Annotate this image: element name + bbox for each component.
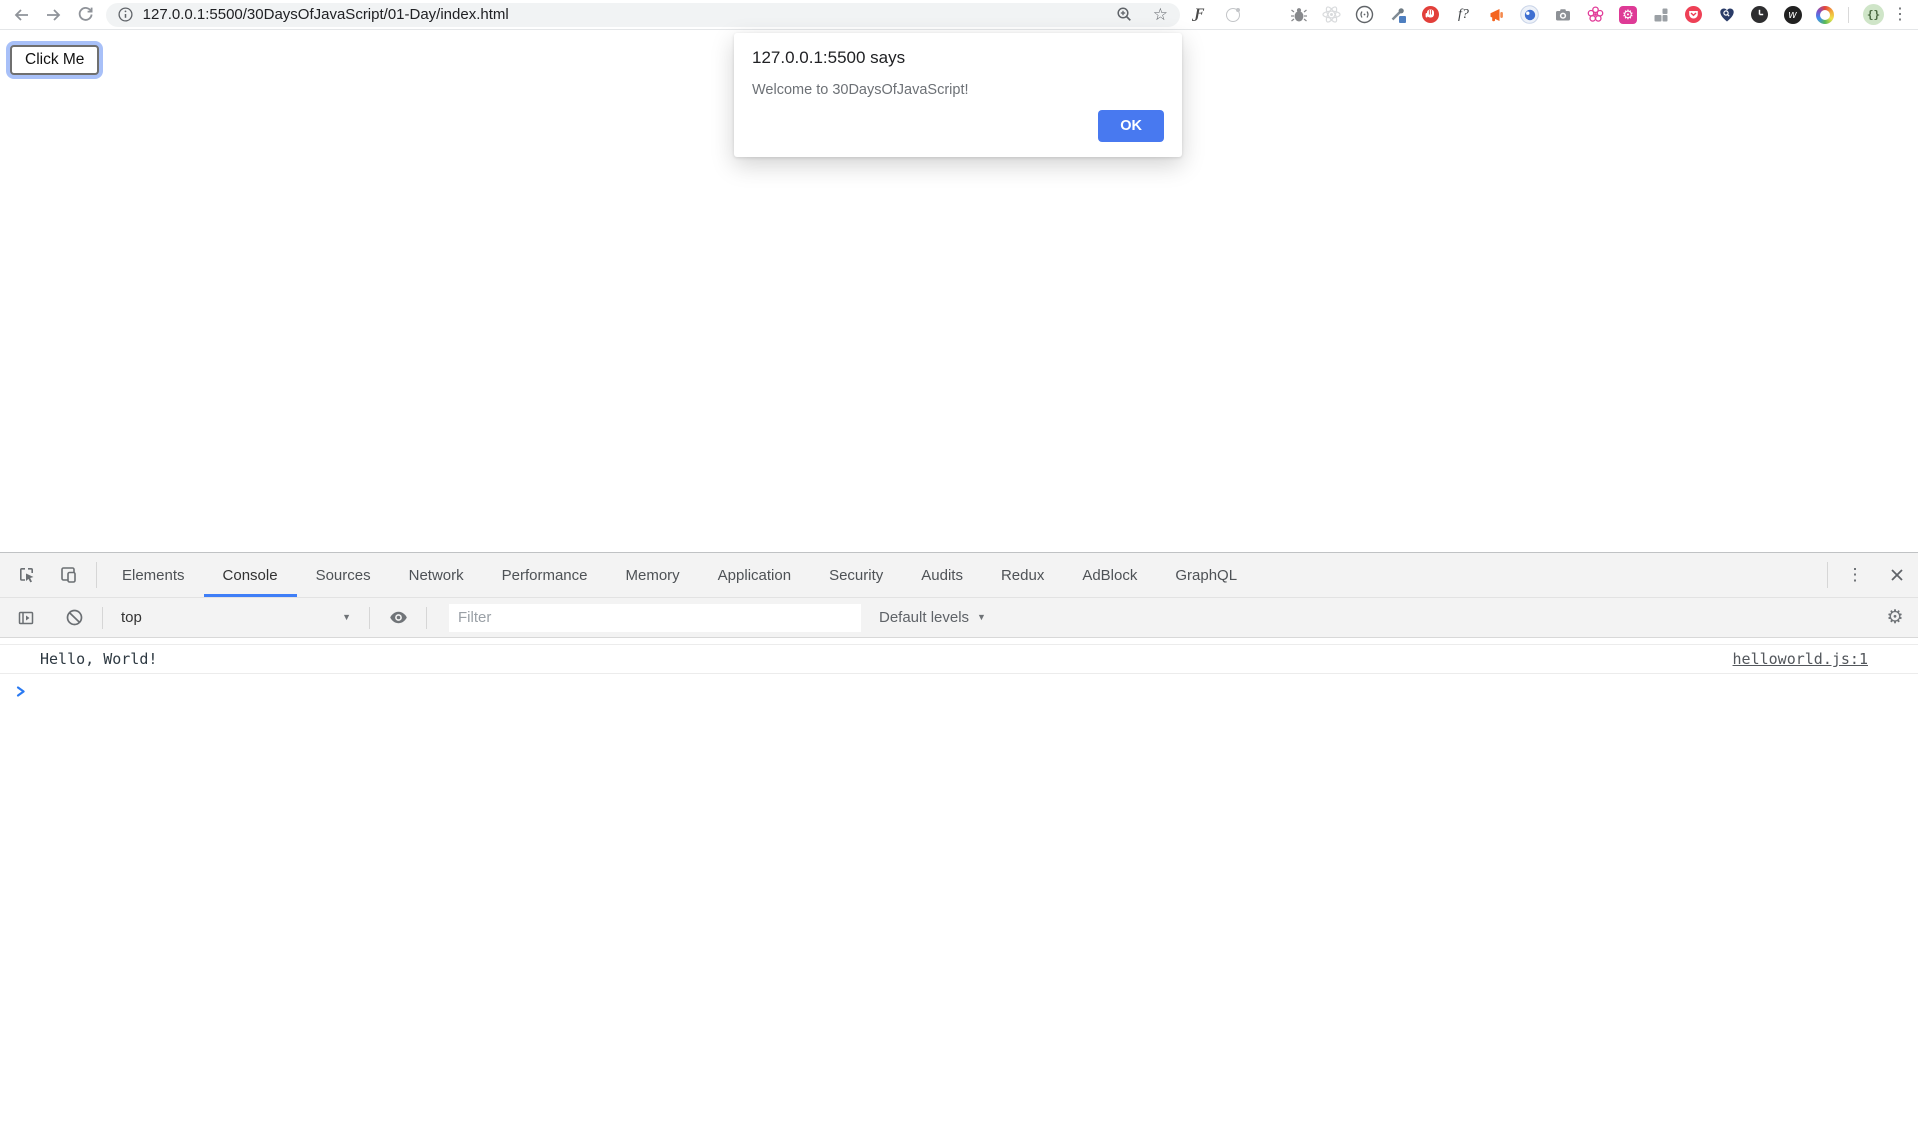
tab-redux[interactable]: Redux bbox=[982, 553, 1063, 597]
levels-dropdown-arrow-icon: ▼ bbox=[977, 613, 986, 622]
log-levels-value: Default levels bbox=[879, 609, 969, 626]
side-panels-extension-icon[interactable] bbox=[1256, 8, 1275, 21]
click-me-button[interactable]: Click Me bbox=[10, 45, 99, 75]
address-bar[interactable]: 127.0.0.1:5500/30DaysOfJavaScript/01-Day… bbox=[106, 3, 1180, 27]
json-formatter-extension-icon[interactable]: {} bbox=[1863, 4, 1884, 25]
fonts-ninja-extension-icon[interactable]: Ƒ bbox=[1190, 5, 1209, 24]
pink-gear-extension-icon[interactable]: ⚙ bbox=[1619, 6, 1637, 24]
back-icon bbox=[13, 7, 30, 23]
context-selector-value: top bbox=[121, 609, 142, 626]
console-sidebar-toggle-button[interactable] bbox=[6, 598, 46, 638]
browser-menu-kebab-icon[interactable]: ⋮ bbox=[1890, 7, 1910, 23]
forward-button[interactable] bbox=[38, 1, 70, 29]
url-text: 127.0.0.1:5500/30DaysOfJavaScript/01-Day… bbox=[143, 6, 509, 23]
adblock-stop-hand-extension-icon[interactable] bbox=[1421, 5, 1440, 24]
live-expression-button[interactable] bbox=[378, 598, 418, 638]
device-toolbar-button[interactable] bbox=[48, 553, 90, 597]
orbit-extension-icon[interactable] bbox=[1223, 5, 1242, 24]
console-prompt-chevron-icon bbox=[15, 685, 27, 698]
extensions-divider bbox=[1848, 7, 1849, 23]
alert-ok-button[interactable]: OK bbox=[1098, 110, 1164, 142]
tab-performance[interactable]: Performance bbox=[483, 553, 607, 597]
pink-flower-extension-icon[interactable] bbox=[1586, 5, 1605, 24]
close-icon bbox=[1889, 567, 1905, 583]
log-levels-dropdown[interactable]: Default levels ▼ bbox=[879, 609, 986, 626]
reload-icon bbox=[77, 6, 94, 23]
tab-console[interactable]: Console bbox=[204, 553, 297, 597]
console-prompt[interactable] bbox=[0, 674, 1918, 708]
tab-network[interactable]: Network bbox=[390, 553, 483, 597]
eye-icon bbox=[388, 607, 409, 628]
gear-icon: ⚙ bbox=[1886, 608, 1903, 627]
devtools-close-button[interactable] bbox=[1876, 553, 1918, 597]
tab-application[interactable]: Application bbox=[699, 553, 810, 597]
gray-blocks-extension-icon[interactable] bbox=[1651, 5, 1670, 24]
dropdown-arrow-icon: ▼ bbox=[342, 613, 351, 622]
info-icon[interactable] bbox=[118, 7, 133, 22]
console-source-link[interactable]: helloworld.js:1 bbox=[1733, 650, 1868, 668]
console-output: Hello, World! helloworld.js:1 bbox=[0, 638, 1918, 708]
console-filter-input[interactable] bbox=[449, 604, 861, 632]
tab-audits[interactable]: Audits bbox=[902, 553, 982, 597]
devtools-menu-button[interactable]: ⋮ bbox=[1834, 553, 1876, 597]
megaphone-extension-icon[interactable] bbox=[1487, 5, 1506, 24]
rainbow-ring-extension-icon[interactable] bbox=[1816, 6, 1834, 24]
console-toolbar: top ▼ Default levels ▼ ⚙ bbox=[0, 598, 1918, 638]
browser-toolbar: 127.0.0.1:5500/30DaysOfJavaScript/01-Day… bbox=[0, 0, 1918, 30]
blue-swirl-extension-icon[interactable] bbox=[1520, 5, 1539, 24]
dark-clock-extension-icon[interactable] bbox=[1750, 5, 1769, 24]
console-log-row: Hello, World! helloworld.js:1 bbox=[0, 644, 1918, 674]
extensions-row: Ƒ f? ⚙ bbox=[1190, 4, 1884, 25]
bug-extension-icon[interactable] bbox=[1289, 5, 1308, 24]
toolbar-separator-2 bbox=[369, 607, 370, 629]
toolbar-separator-3 bbox=[426, 607, 427, 629]
back-button[interactable] bbox=[6, 1, 38, 29]
heart-search-extension-icon[interactable] bbox=[1717, 5, 1736, 24]
console-log-text: Hello, World! bbox=[40, 650, 157, 668]
clear-console-button[interactable] bbox=[54, 598, 94, 638]
w-circle-extension-icon[interactable]: w bbox=[1783, 5, 1802, 24]
devtools-tab-bar: Elements Console Sources Network Perform… bbox=[0, 552, 1918, 598]
page-viewport: Click Me 127.0.0.1:5500 says Welcome to … bbox=[0, 30, 1918, 552]
pocket-extension-icon[interactable] bbox=[1684, 5, 1703, 24]
context-selector-dropdown[interactable]: top ▼ bbox=[111, 609, 361, 626]
tab-sources[interactable]: Sources bbox=[297, 553, 390, 597]
console-settings-button[interactable]: ⚙ bbox=[1872, 608, 1918, 627]
whatfont-extension-icon[interactable]: f? bbox=[1454, 5, 1473, 24]
tab-elements[interactable]: Elements bbox=[103, 553, 204, 597]
tab-security[interactable]: Security bbox=[810, 553, 902, 597]
alert-message: Welcome to 30DaysOfJavaScript! bbox=[752, 82, 1164, 98]
bookmark-star-icon[interactable]: ☆ bbox=[1153, 6, 1168, 23]
alert-dialog: 127.0.0.1:5500 says Welcome to 30DaysOfJ… bbox=[734, 33, 1182, 157]
tab-bar-right-separator bbox=[1827, 562, 1828, 588]
inspect-cursor-icon bbox=[17, 565, 37, 585]
devtools-kebab-icon: ⋮ bbox=[1847, 565, 1864, 585]
reload-button[interactable] bbox=[70, 1, 102, 29]
zoom-icon[interactable] bbox=[1116, 6, 1133, 23]
camera-extension-icon[interactable] bbox=[1553, 5, 1572, 24]
device-toolbar-icon bbox=[59, 565, 79, 585]
tab-adblock[interactable]: AdBlock bbox=[1063, 553, 1156, 597]
code-brackets-extension-icon[interactable] bbox=[1355, 5, 1374, 24]
react-devtools-extension-icon[interactable] bbox=[1322, 5, 1341, 24]
forward-icon bbox=[45, 7, 62, 23]
toolbar-separator bbox=[102, 607, 103, 629]
alert-title: 127.0.0.1:5500 says bbox=[752, 48, 1164, 68]
color-picker-extension-icon[interactable] bbox=[1388, 5, 1407, 24]
devtools-panel: Elements Console Sources Network Perform… bbox=[0, 552, 1918, 708]
console-sidebar-icon bbox=[17, 609, 35, 627]
tab-graphql[interactable]: GraphQL bbox=[1156, 553, 1256, 597]
tab-bar-separator bbox=[96, 562, 97, 588]
tab-memory[interactable]: Memory bbox=[607, 553, 699, 597]
inspect-element-button[interactable] bbox=[6, 553, 48, 597]
clear-console-icon bbox=[65, 608, 84, 627]
